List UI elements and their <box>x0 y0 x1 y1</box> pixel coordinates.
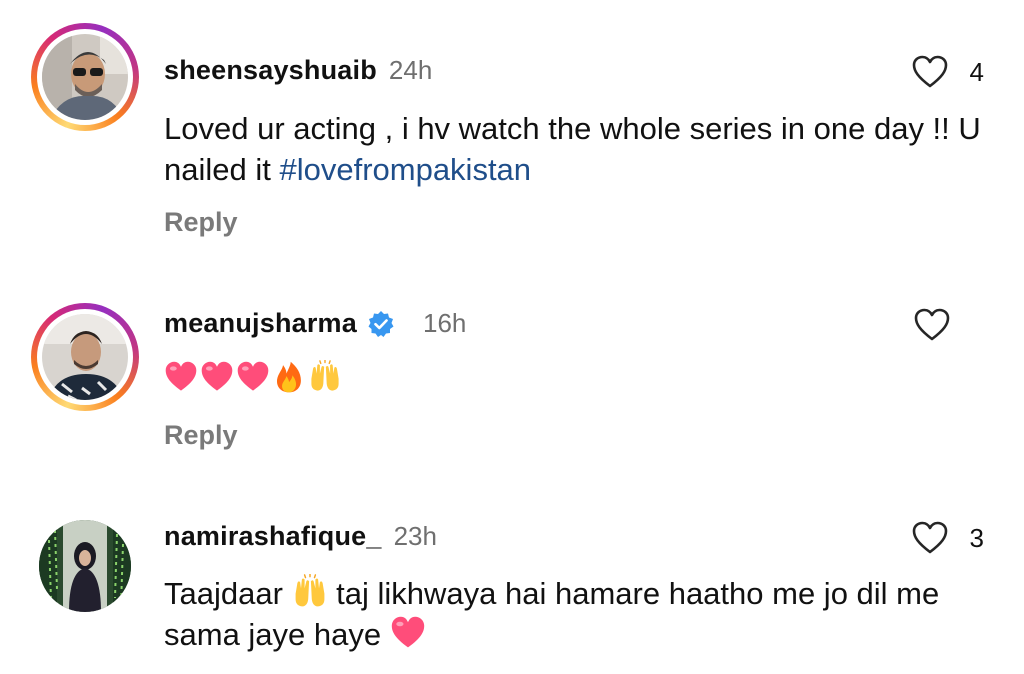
pink-heart-emoji-icon <box>390 615 426 651</box>
reply-button[interactable]: Reply <box>164 420 238 451</box>
fire-emoji-icon <box>272 360 306 394</box>
verified-badge-icon <box>367 310 395 338</box>
comment-time: 23h <box>393 521 437 551</box>
heart-icon[interactable] <box>914 308 950 342</box>
raising-hands-emoji-icon <box>292 574 328 610</box>
heart-icon[interactable] <box>912 521 948 555</box>
like-count: 3 <box>969 522 984 553</box>
avatar-wrap[interactable] <box>31 512 139 620</box>
pink-heart-emoji-icon <box>200 360 234 394</box>
comment-text: Loved ur acting , i hv watch the whole s… <box>164 111 981 187</box>
story-ring[interactable] <box>31 23 139 131</box>
comment-username[interactable]: meanujsharma <box>164 308 357 339</box>
hashtag-link[interactable]: #lovefrompakistan <box>279 152 531 187</box>
comment-username[interactable]: namirashafique_ <box>164 521 382 552</box>
avatar[interactable] <box>42 314 128 400</box>
comment-username[interactable]: sheensayshuaib <box>164 55 377 86</box>
like-area: 4 <box>912 55 984 89</box>
comment-time: 24h <box>388 55 433 85</box>
comment-emojis <box>164 360 994 394</box>
comment-text: Taajdaar taj likhwaya hai hamare haatho … <box>164 574 940 652</box>
like-count: 4 <box>969 56 984 87</box>
raising-hands-emoji-icon <box>308 360 342 394</box>
heart-icon[interactable] <box>912 55 948 89</box>
reply-button[interactable]: Reply <box>164 207 238 238</box>
like-area: 3 <box>912 521 984 555</box>
avatar[interactable] <box>39 520 131 612</box>
like-area <box>914 308 984 342</box>
pink-heart-emoji-icon <box>236 360 270 394</box>
comment-time: 16h <box>422 308 467 338</box>
avatar[interactable] <box>42 34 128 120</box>
pink-heart-emoji-icon <box>164 360 198 394</box>
story-ring[interactable] <box>31 303 139 411</box>
